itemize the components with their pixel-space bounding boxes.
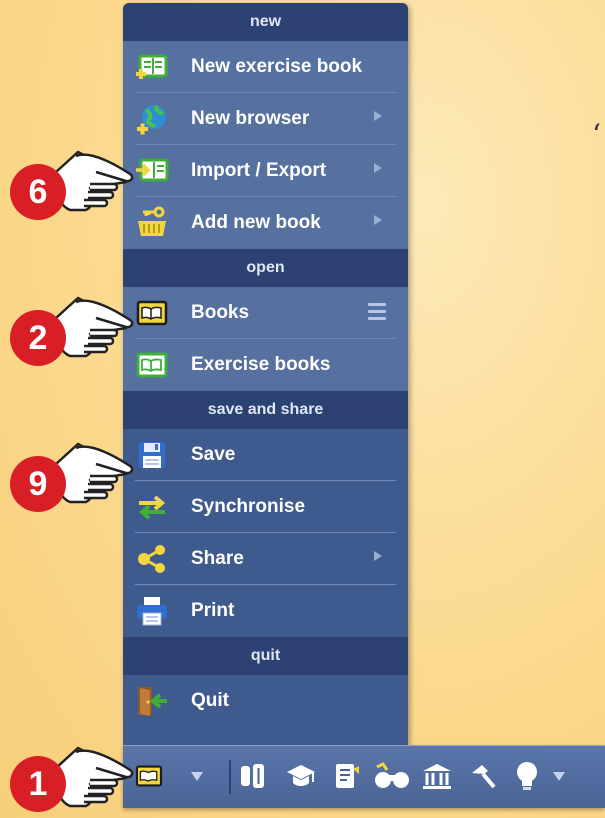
callout-badge-2: 2 xyxy=(10,310,66,366)
pointing-hand-icon xyxy=(54,746,134,808)
pointing-hand-icon xyxy=(54,442,134,504)
callout-badge-6: 6 xyxy=(10,164,66,220)
pointing-hand-icon xyxy=(54,296,134,358)
callout-badge-1: 1 xyxy=(10,756,66,812)
callout-badge-9: 9 xyxy=(10,456,66,512)
pointing-hand-icon xyxy=(54,150,134,212)
callout-hands xyxy=(54,150,134,808)
